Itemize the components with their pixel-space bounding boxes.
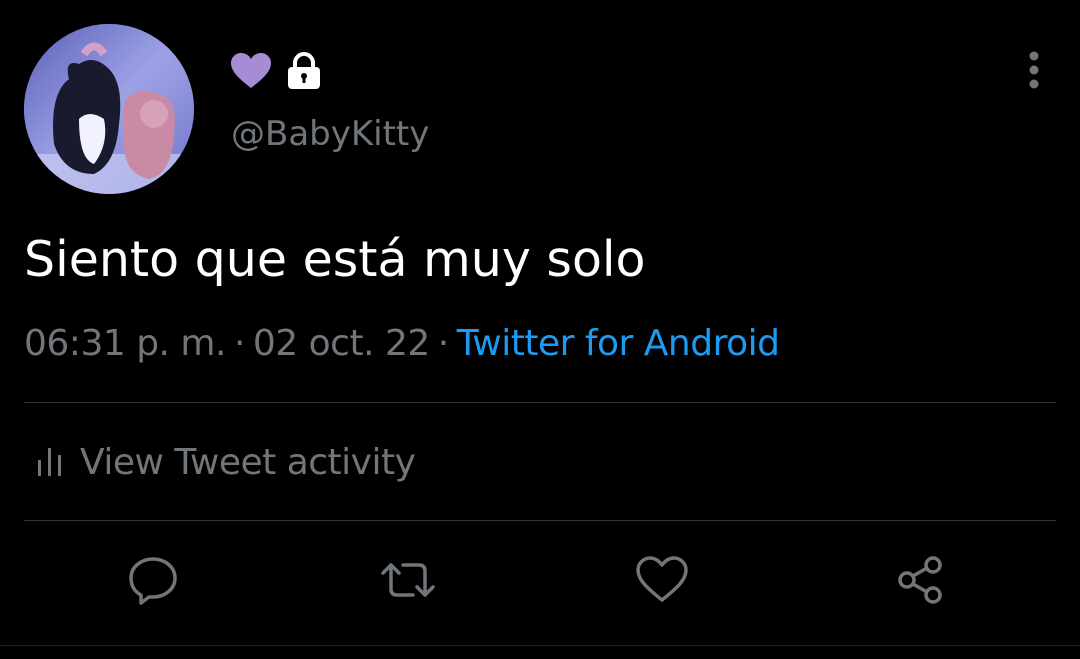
meta-separator: · xyxy=(233,323,245,364)
view-tweet-activity-label: View Tweet activity xyxy=(80,441,416,483)
tweet-detail: @BabyKitty Siento que está muy solo 06:3… xyxy=(0,0,1080,659)
bar-chart-icon xyxy=(36,446,64,478)
tweet-metadata: 06:31 p. m. · 02 oct. 22 · Twitter for Andro… xyxy=(24,320,780,368)
reply-button[interactable] xyxy=(125,554,181,610)
retweet-icon xyxy=(379,557,437,607)
share-icon xyxy=(895,555,947,609)
divider xyxy=(0,645,1080,646)
tweet-date[interactable]: 02 oct. 22 xyxy=(253,323,430,364)
tweet-source-link[interactable]: Twitter for Android xyxy=(457,323,780,364)
divider xyxy=(24,520,1056,521)
more-vertical-icon[interactable] xyxy=(1014,50,1054,90)
tweet-text: Siento que está muy solo xyxy=(24,231,646,288)
user-handle[interactable]: @BabyKitty xyxy=(231,112,429,156)
retweet-button[interactable] xyxy=(380,554,436,610)
avatar[interactable] xyxy=(24,24,194,194)
tweet-time[interactable]: 06:31 p. m. xyxy=(24,323,226,364)
lock-icon xyxy=(286,52,322,90)
view-tweet-activity-button[interactable]: View Tweet activity xyxy=(36,438,416,486)
display-name-row xyxy=(230,50,322,92)
like-icon xyxy=(635,556,689,608)
meta-separator: · xyxy=(437,323,449,364)
purple-heart-icon xyxy=(230,52,272,90)
like-button[interactable] xyxy=(634,554,690,610)
divider xyxy=(24,402,1056,403)
reply-icon xyxy=(127,555,179,609)
share-button[interactable] xyxy=(893,554,949,610)
